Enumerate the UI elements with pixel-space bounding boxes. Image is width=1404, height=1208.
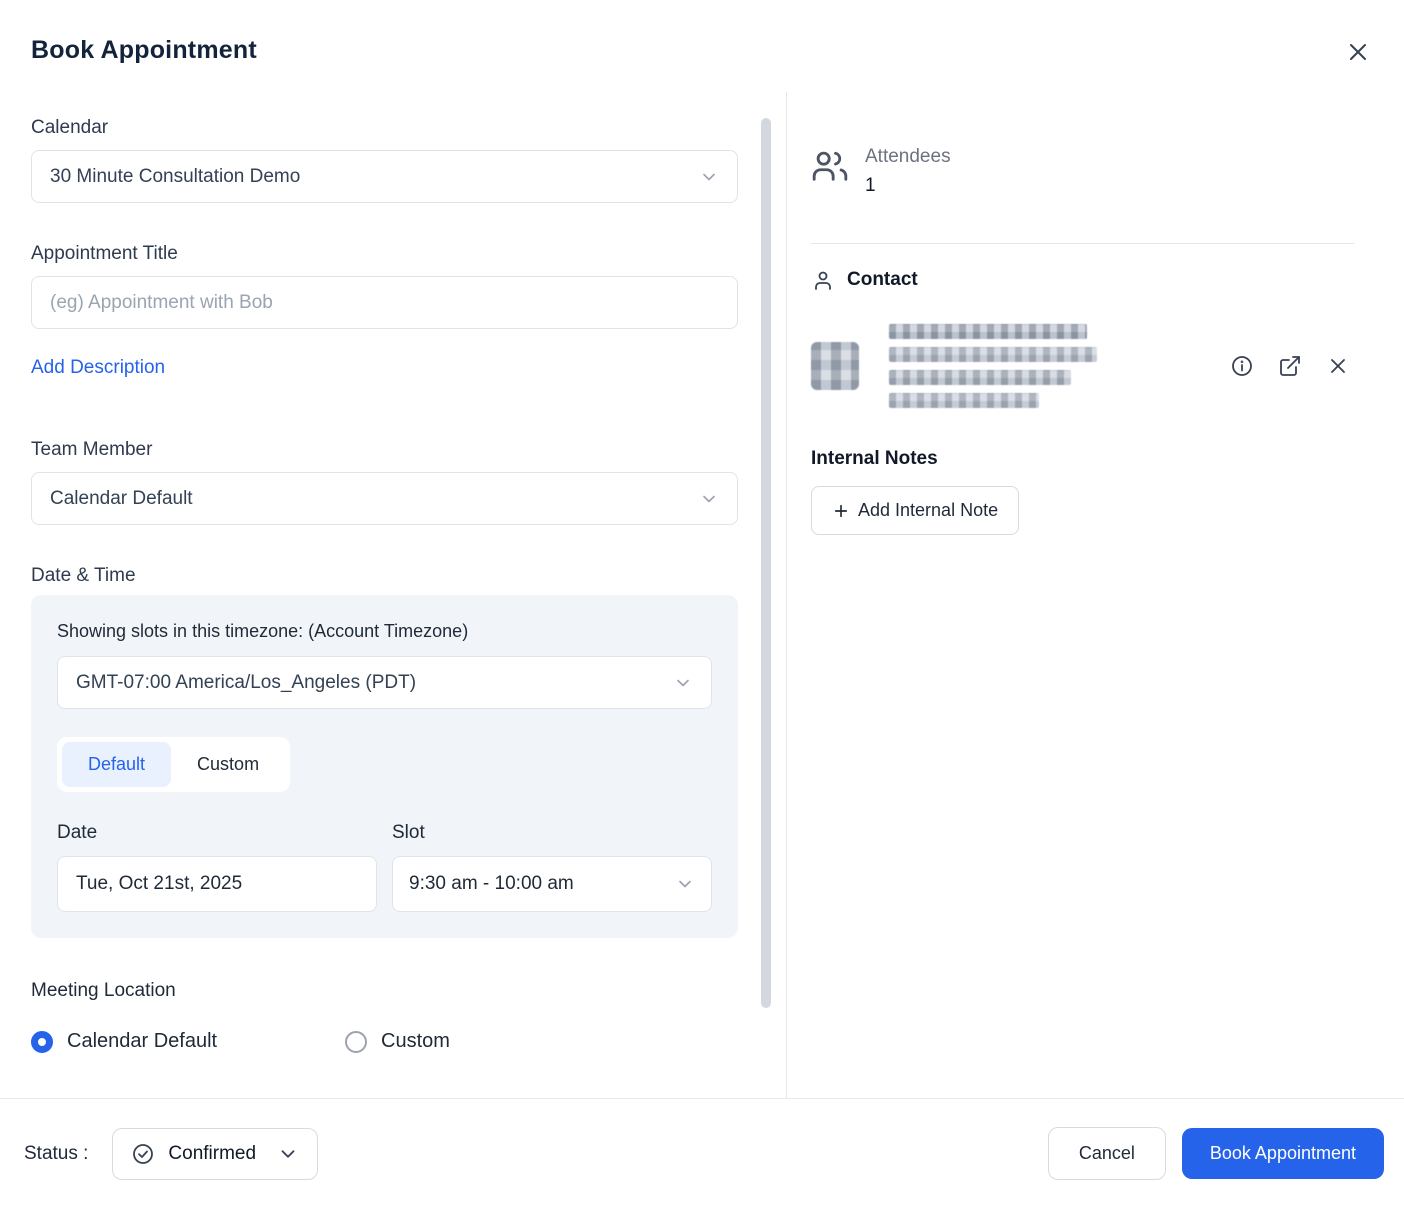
slot-mode-tabs: Default Custom	[57, 737, 291, 792]
redacted-contact-extra	[889, 393, 1039, 408]
modal-header: Book Appointment	[0, 0, 1404, 92]
timezone-note: Showing slots in this timezone: (Account…	[57, 621, 469, 641]
team-member-label: Team Member	[31, 439, 153, 460]
calendar-select[interactable]: 30 Minute Consultation Demo	[31, 150, 738, 203]
add-description-link[interactable]: Add Description	[31, 357, 165, 379]
book-appointment-modal: Book Appointment Calendar 30 Minute Cons…	[0, 0, 1404, 1208]
avatar	[811, 342, 859, 390]
chevron-down-icon	[277, 1143, 299, 1165]
date-label: Date	[57, 822, 98, 843]
plus-icon	[832, 502, 850, 520]
chevron-down-icon	[699, 167, 719, 187]
date-slot-row: Date Tue, Oct 21st, 2025 Slot 9:30 am - …	[57, 822, 712, 912]
appointment-title-label: Appointment Title	[31, 243, 178, 264]
slot-value: 9:30 am - 10:00 am	[409, 873, 574, 894]
radio-custom[interactable]: Custom	[345, 1030, 635, 1053]
radio-custom-label: Custom	[381, 1030, 450, 1052]
add-internal-note-label: Add Internal Note	[858, 500, 999, 520]
remove-contact-icon[interactable]	[1322, 350, 1354, 382]
contact-card	[811, 324, 1354, 408]
appointment-title-placeholder: (eg) Appointment with Bob	[50, 291, 273, 313]
close-icon[interactable]	[1342, 36, 1374, 68]
attendees-block: Attendees 1	[811, 146, 1354, 197]
modal-body: Calendar 30 Minute Consultation Demo App…	[0, 92, 1404, 1098]
attendees-label: Attendees	[865, 146, 951, 167]
timezone-select[interactable]: GMT-07:00 America/Los_Angeles (PDT)	[57, 656, 712, 709]
calendar-select-value: 30 Minute Consultation Demo	[50, 165, 301, 187]
sidebar-divider	[811, 243, 1354, 244]
date-input[interactable]: Tue, Oct 21st, 2025	[57, 856, 377, 912]
team-member-select[interactable]: Calendar Default	[31, 472, 738, 525]
redacted-contact-details	[889, 324, 1097, 408]
contact-actions	[1226, 350, 1354, 382]
tab-custom[interactable]: Custom	[171, 742, 285, 787]
appointment-sidebar: Attendees 1 Contact Internal Notes Add I…	[787, 92, 1404, 1098]
radio-unselected-icon	[345, 1030, 367, 1053]
contact-icon	[811, 268, 835, 292]
contact-title: Contact	[847, 269, 918, 290]
timezone-select-value: GMT-07:00 America/Los_Angeles (PDT)	[76, 671, 417, 693]
internal-notes-title: Internal Notes	[811, 448, 938, 469]
add-internal-note-button[interactable]: Add Internal Note	[811, 486, 1020, 535]
chevron-down-icon	[699, 489, 719, 509]
external-link-icon[interactable]	[1274, 350, 1306, 382]
radio-calendar-default-label: Calendar Default	[67, 1030, 218, 1052]
slot-select[interactable]: 9:30 am - 10:00 am	[392, 856, 712, 912]
status-value: Confirmed	[168, 1142, 257, 1164]
team-member-select-value: Calendar Default	[50, 487, 193, 509]
modal-footer: Status : Confirmed Cancel Book Appointme…	[0, 1098, 1404, 1208]
info-icon[interactable]	[1226, 350, 1258, 382]
meeting-location-label: Meeting Location	[31, 980, 176, 1001]
contact-header: Contact	[811, 268, 1354, 292]
chevron-down-icon	[675, 874, 695, 894]
redacted-contact-name	[889, 324, 1087, 339]
date-cell: Date Tue, Oct 21st, 2025	[57, 822, 377, 912]
radio-calendar-default[interactable]: Calendar Default	[31, 1030, 321, 1053]
cancel-button[interactable]: Cancel	[1047, 1127, 1166, 1180]
calendar-label: Calendar	[31, 117, 109, 138]
book-appointment-button[interactable]: Book Appointment	[1181, 1128, 1384, 1179]
appointment-title-input[interactable]: (eg) Appointment with Bob	[31, 276, 738, 329]
meeting-location-options: Calendar Default Custom	[31, 1030, 755, 1053]
status-select[interactable]: Confirmed	[112, 1127, 319, 1180]
date-time-panel: Showing slots in this timezone: (Account…	[31, 595, 738, 938]
slot-label: Slot	[392, 822, 425, 843]
scrollbar[interactable]	[761, 118, 771, 1008]
slot-cell: Slot 9:30 am - 10:00 am	[392, 822, 712, 912]
attendees-icon	[811, 146, 849, 184]
page-title: Book Appointment	[31, 36, 257, 64]
radio-selected-icon	[31, 1030, 53, 1053]
date-time-label: Date & Time	[31, 565, 136, 586]
chevron-down-icon	[673, 673, 693, 693]
attendees-text: Attendees 1	[865, 146, 951, 197]
check-circle-icon	[131, 1142, 155, 1166]
status-label: Status :	[24, 1142, 89, 1164]
date-value: Tue, Oct 21st, 2025	[76, 873, 243, 894]
appointment-form: Calendar 30 Minute Consultation Demo App…	[0, 92, 787, 1098]
redacted-contact-email	[889, 347, 1097, 362]
attendees-count: 1	[865, 175, 876, 196]
redacted-contact-phone	[889, 370, 1071, 385]
tab-default[interactable]: Default	[62, 742, 172, 787]
